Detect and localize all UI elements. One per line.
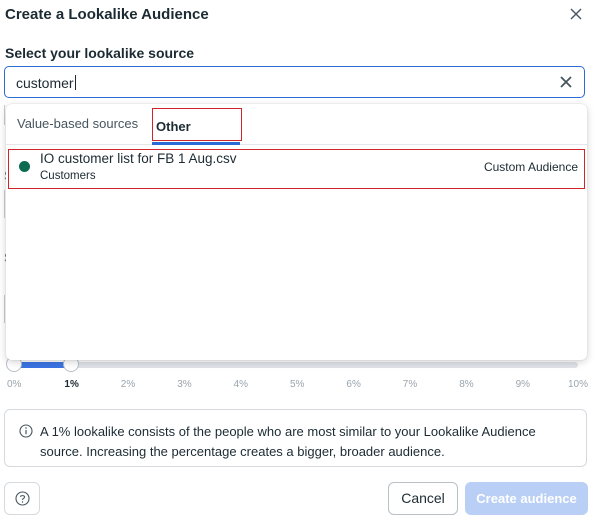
tab-selected-indicator xyxy=(152,142,240,145)
slider-tick-label: 10% xyxy=(568,379,589,390)
source-option-title: IO customer list for FB 1 Aug.csv xyxy=(40,151,237,166)
dialog-title: Create a Lookalike Audience xyxy=(5,6,209,23)
info-box: A 1% lookalike consists of the people wh… xyxy=(4,409,587,467)
slider-tick-label: 2% xyxy=(120,379,136,390)
tab-value-based-sources[interactable]: Value-based sources xyxy=(17,104,138,144)
clear-icon[interactable] xyxy=(558,74,574,90)
help-icon xyxy=(15,491,30,506)
info-text: A 1% lookalike consists of the people wh… xyxy=(40,424,536,459)
slider-tick-label: 0% xyxy=(7,379,22,390)
source-option-type: Custom Audience xyxy=(483,160,578,174)
tab-other-sources[interactable]: Other sources xyxy=(152,108,242,169)
create-audience-button[interactable]: Create audience xyxy=(465,482,588,515)
close-icon[interactable] xyxy=(568,6,584,22)
source-option[interactable]: IO customer list for FB 1 Aug.csv Custom… xyxy=(8,149,585,189)
slider-tick-label: 1% xyxy=(64,379,79,390)
slider-tick-label: 3% xyxy=(177,379,192,390)
source-label: Select your lookalike source xyxy=(5,45,195,61)
cancel-button[interactable]: Cancel xyxy=(388,482,458,515)
audience-size-slider-track[interactable] xyxy=(14,362,578,368)
source-option-subtitle: Customers xyxy=(40,170,96,182)
source-tabs: Value-based sources Other sources xyxy=(6,104,587,169)
source-dropdown: Value-based sources Other sources IO cus… xyxy=(6,104,587,360)
status-dot xyxy=(19,161,30,172)
search-input[interactable]: customer xyxy=(16,75,76,91)
help-button[interactable] xyxy=(4,482,40,515)
source-search-field[interactable]: customer xyxy=(4,66,585,98)
slider-tick-label: 8% xyxy=(459,379,474,390)
slider-tick-label: 6% xyxy=(346,379,361,390)
slider-tick-label: 9% xyxy=(515,379,531,390)
slider-tick-label: 7% xyxy=(402,379,418,390)
slider-tick-label: 4% xyxy=(233,379,249,390)
info-icon xyxy=(19,424,33,438)
slider-tick-label: 5% xyxy=(290,379,305,390)
